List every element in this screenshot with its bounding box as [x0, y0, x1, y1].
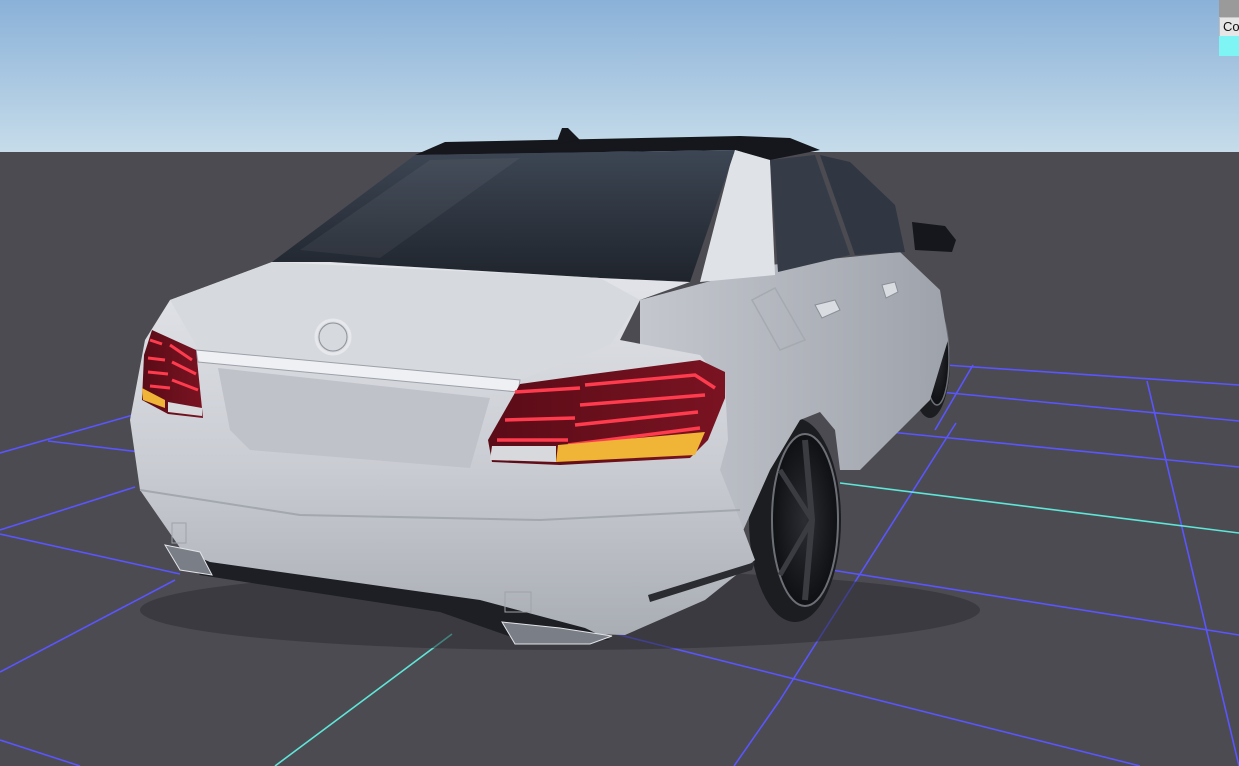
- sky: [0, 0, 1239, 152]
- corner-panel: Co: [1219, 0, 1239, 56]
- color-swatch[interactable]: [1219, 36, 1239, 56]
- 3d-viewport[interactable]: Co: [0, 0, 1239, 766]
- panel-button[interactable]: Co: [1219, 17, 1239, 36]
- scene-render: [0, 0, 1239, 766]
- panel-header: [1219, 0, 1239, 17]
